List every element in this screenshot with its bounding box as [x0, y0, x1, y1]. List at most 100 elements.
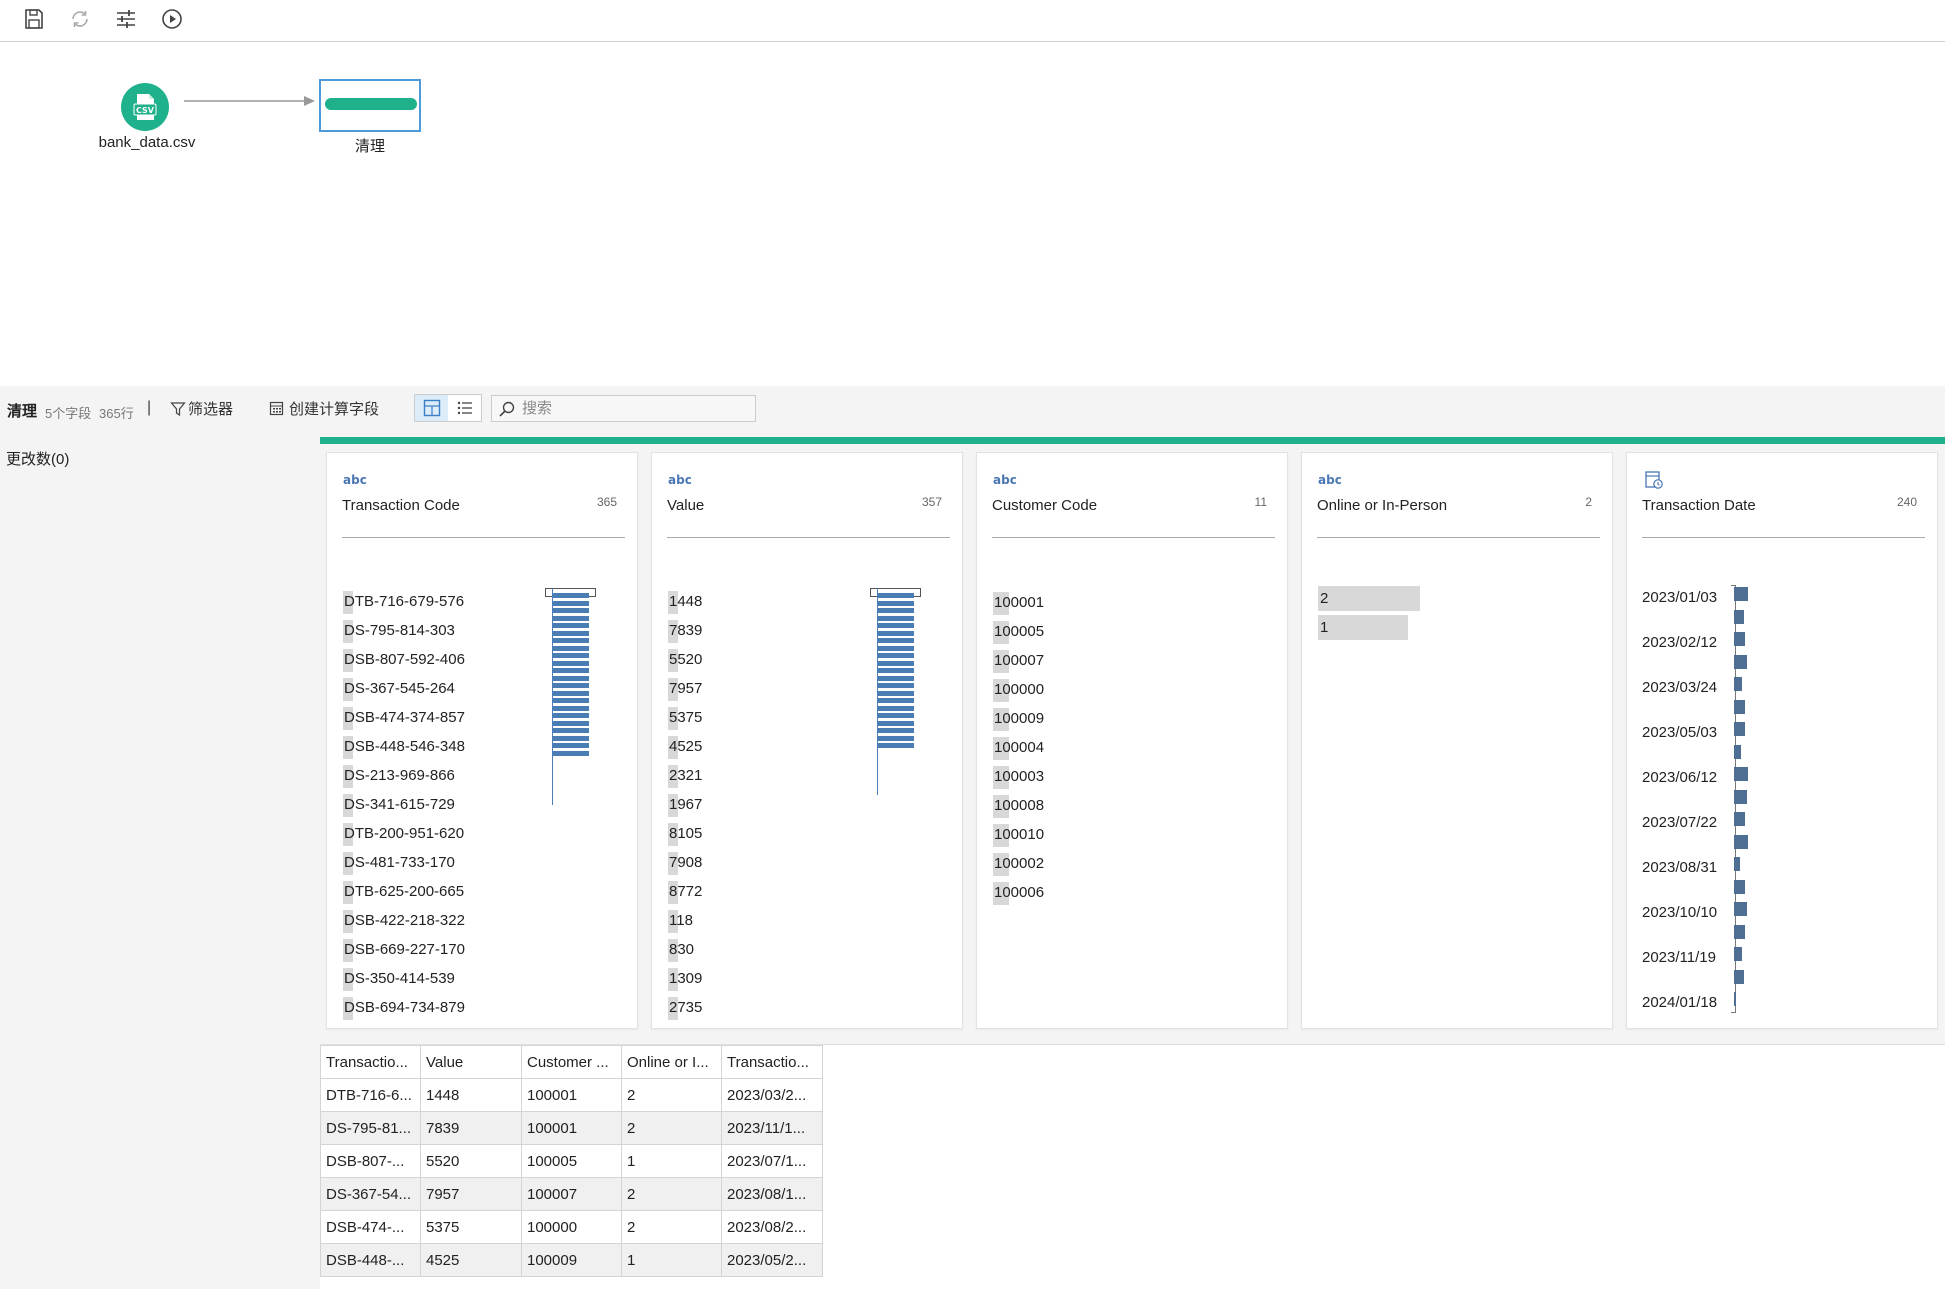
date-axis-label: 2023/03/24	[1642, 679, 1718, 696]
date-axis-label: 2023/05/03	[1642, 724, 1718, 741]
search-input[interactable]	[522, 400, 742, 417]
date-histogram-bar[interactable]	[1734, 632, 1745, 646]
date-histogram-bar[interactable]	[1734, 699, 1745, 714]
date-histogram-bar[interactable]	[1734, 902, 1747, 916]
table-row[interactable]: DSB-448-... 4525 100009 1 2023/05/2...	[320, 1243, 823, 1277]
csv-source-node[interactable]: CSV	[121, 83, 169, 131]
column-header[interactable]: Customer ...	[521, 1045, 622, 1079]
table-row[interactable]: DS-367-54... 7957 100007 2 2023/08/1...	[320, 1177, 823, 1211]
distribution-stem	[552, 588, 553, 805]
value-text: DSB-669-227-170	[344, 941, 465, 958]
field-name: Online or In-Person	[1317, 497, 1448, 514]
table-cell: 1	[621, 1144, 722, 1178]
value-text: DSB-474-374-857	[344, 709, 465, 726]
table-cell: 100001	[521, 1111, 622, 1145]
date-axis-label: 2023/10/10	[1642, 904, 1718, 921]
date-histogram-bar[interactable]	[1734, 947, 1742, 961]
list-view-button[interactable]	[448, 395, 481, 421]
run-button[interactable]	[157, 4, 187, 34]
table-cell: 2	[621, 1177, 722, 1211]
value-text: 100010	[994, 826, 1045, 843]
filter-button[interactable]: 筛选器	[170, 398, 233, 419]
table-row[interactable]: DSB-474-... 5375 100000 2 2023/08/2...	[320, 1210, 823, 1244]
date-histogram-bar[interactable]	[1734, 677, 1742, 691]
calendar-date-icon[interactable]	[1643, 469, 1665, 491]
distribution-bar	[877, 653, 914, 658]
field-card-transaction-code[interactable]: abc Transaction Code 365 DTB-716-679-576…	[326, 452, 638, 1029]
date-histogram-bar[interactable]	[1734, 744, 1741, 759]
table-cell: 2	[621, 1210, 722, 1244]
date-axis-label: 2023/07/22	[1642, 814, 1718, 831]
distribution-bar	[877, 713, 914, 718]
date-histogram-bar[interactable]	[1734, 969, 1744, 984]
distribution-bar	[552, 623, 589, 628]
distribution-bar	[552, 593, 589, 598]
flow-canvas[interactable]: CSV bank_data.csv 清理	[0, 43, 1945, 386]
value-bar[interactable]: 2	[1318, 586, 1420, 611]
value-text: 100004	[994, 739, 1045, 756]
filter-icon	[170, 401, 186, 416]
distribution-bar	[877, 683, 914, 688]
date-histogram-bar[interactable]	[1734, 587, 1748, 601]
table-cell: 100007	[521, 1177, 622, 1211]
string-type-icon[interactable]: abc	[343, 473, 367, 487]
value-text: DTB-625-200-665	[344, 883, 465, 900]
refresh-icon	[72, 11, 88, 27]
string-type-icon[interactable]: abc	[993, 473, 1017, 487]
distribution-bar	[877, 623, 914, 628]
field-card-value[interactable]: abc Value 357 1448 7839 5520 7957 5375 4525 23…	[651, 452, 963, 1029]
clean-step-node[interactable]	[319, 79, 421, 132]
date-histogram-bar[interactable]	[1734, 924, 1745, 939]
string-type-icon[interactable]: abc	[668, 473, 692, 487]
create-calc-field-button[interactable]: 创建计算字段	[269, 398, 379, 419]
value-text: 100006	[994, 884, 1045, 901]
value-text: 8105	[669, 825, 703, 842]
table-row[interactable]: DTB-716-6... 1448 100001 2 2023/03/2...	[320, 1078, 823, 1112]
search-icon	[499, 401, 515, 417]
distribution-bar	[552, 735, 589, 741]
save-button[interactable]	[19, 4, 49, 34]
column-header[interactable]: Value	[420, 1045, 522, 1079]
table-cell: 2	[621, 1111, 722, 1145]
data-grid: Transactio... Value Customer ... Online or …	[320, 1045, 823, 1277]
distribution-bar	[877, 728, 914, 733]
field-card-online-or-in-person[interactable]: abc Online or In-Person 2 2 1	[1301, 452, 1613, 1029]
table-row[interactable]: DS-795-81... 7839 100001 2 2023/11/1...	[320, 1111, 823, 1145]
card-view-button[interactable]	[415, 395, 448, 421]
date-histogram-bar[interactable]	[1734, 609, 1744, 624]
changes-count[interactable]: 更改数(0)	[6, 448, 69, 469]
card-divider	[1642, 537, 1925, 538]
column-header[interactable]: Transactio...	[320, 1045, 421, 1079]
field-card-transaction-date[interactable]: Transaction Date 240 2023/01/03 2023/02/1…	[1626, 452, 1938, 1029]
field-card-customer-code[interactable]: abc Customer Code 11 100001 100005 100007 1…	[976, 452, 1288, 1029]
column-header[interactable]: Online or I...	[621, 1045, 722, 1079]
refresh-button[interactable]	[65, 4, 95, 34]
string-type-icon[interactable]: abc	[1318, 473, 1342, 487]
value-text: 100008	[994, 797, 1045, 814]
value-text: 7908	[669, 854, 703, 871]
card-divider	[992, 537, 1275, 538]
distribution-bar	[552, 630, 589, 636]
table-row[interactable]: DSB-807-... 5520 100005 1 2023/07/1...	[320, 1144, 823, 1178]
csv-icon: CSV	[133, 94, 157, 120]
date-histogram-bar[interactable]	[1734, 879, 1745, 894]
table-cell: 4525	[420, 1243, 522, 1277]
date-histogram-bar[interactable]	[1734, 789, 1747, 804]
distinct-count: 365	[596, 495, 617, 509]
distinct-count: 11	[1254, 495, 1267, 509]
value-text: DSB-694-734-879	[344, 999, 465, 1016]
date-histogram-bar[interactable]	[1734, 722, 1745, 736]
date-histogram-bar[interactable]	[1734, 654, 1747, 669]
date-histogram-bar[interactable]	[1734, 857, 1740, 871]
value-text: 1448	[669, 593, 703, 610]
value-bar[interactable]: 1	[1318, 615, 1408, 640]
column-header[interactable]: Transactio...	[721, 1045, 823, 1079]
date-histogram-bar[interactable]	[1734, 992, 1736, 1006]
date-histogram-bar[interactable]	[1734, 767, 1748, 781]
date-histogram-bar[interactable]	[1734, 812, 1745, 826]
table-body: DTB-716-6... 1448 100001 2 2023/03/2... DS-79…	[320, 1078, 823, 1277]
step-panel-header: 清理 5个字段 365行 | 筛选器 创建计算字段	[0, 386, 1945, 434]
settings-button[interactable]	[111, 4, 141, 34]
filter-label: 筛选器	[188, 401, 234, 418]
date-histogram-bar[interactable]	[1734, 834, 1748, 849]
